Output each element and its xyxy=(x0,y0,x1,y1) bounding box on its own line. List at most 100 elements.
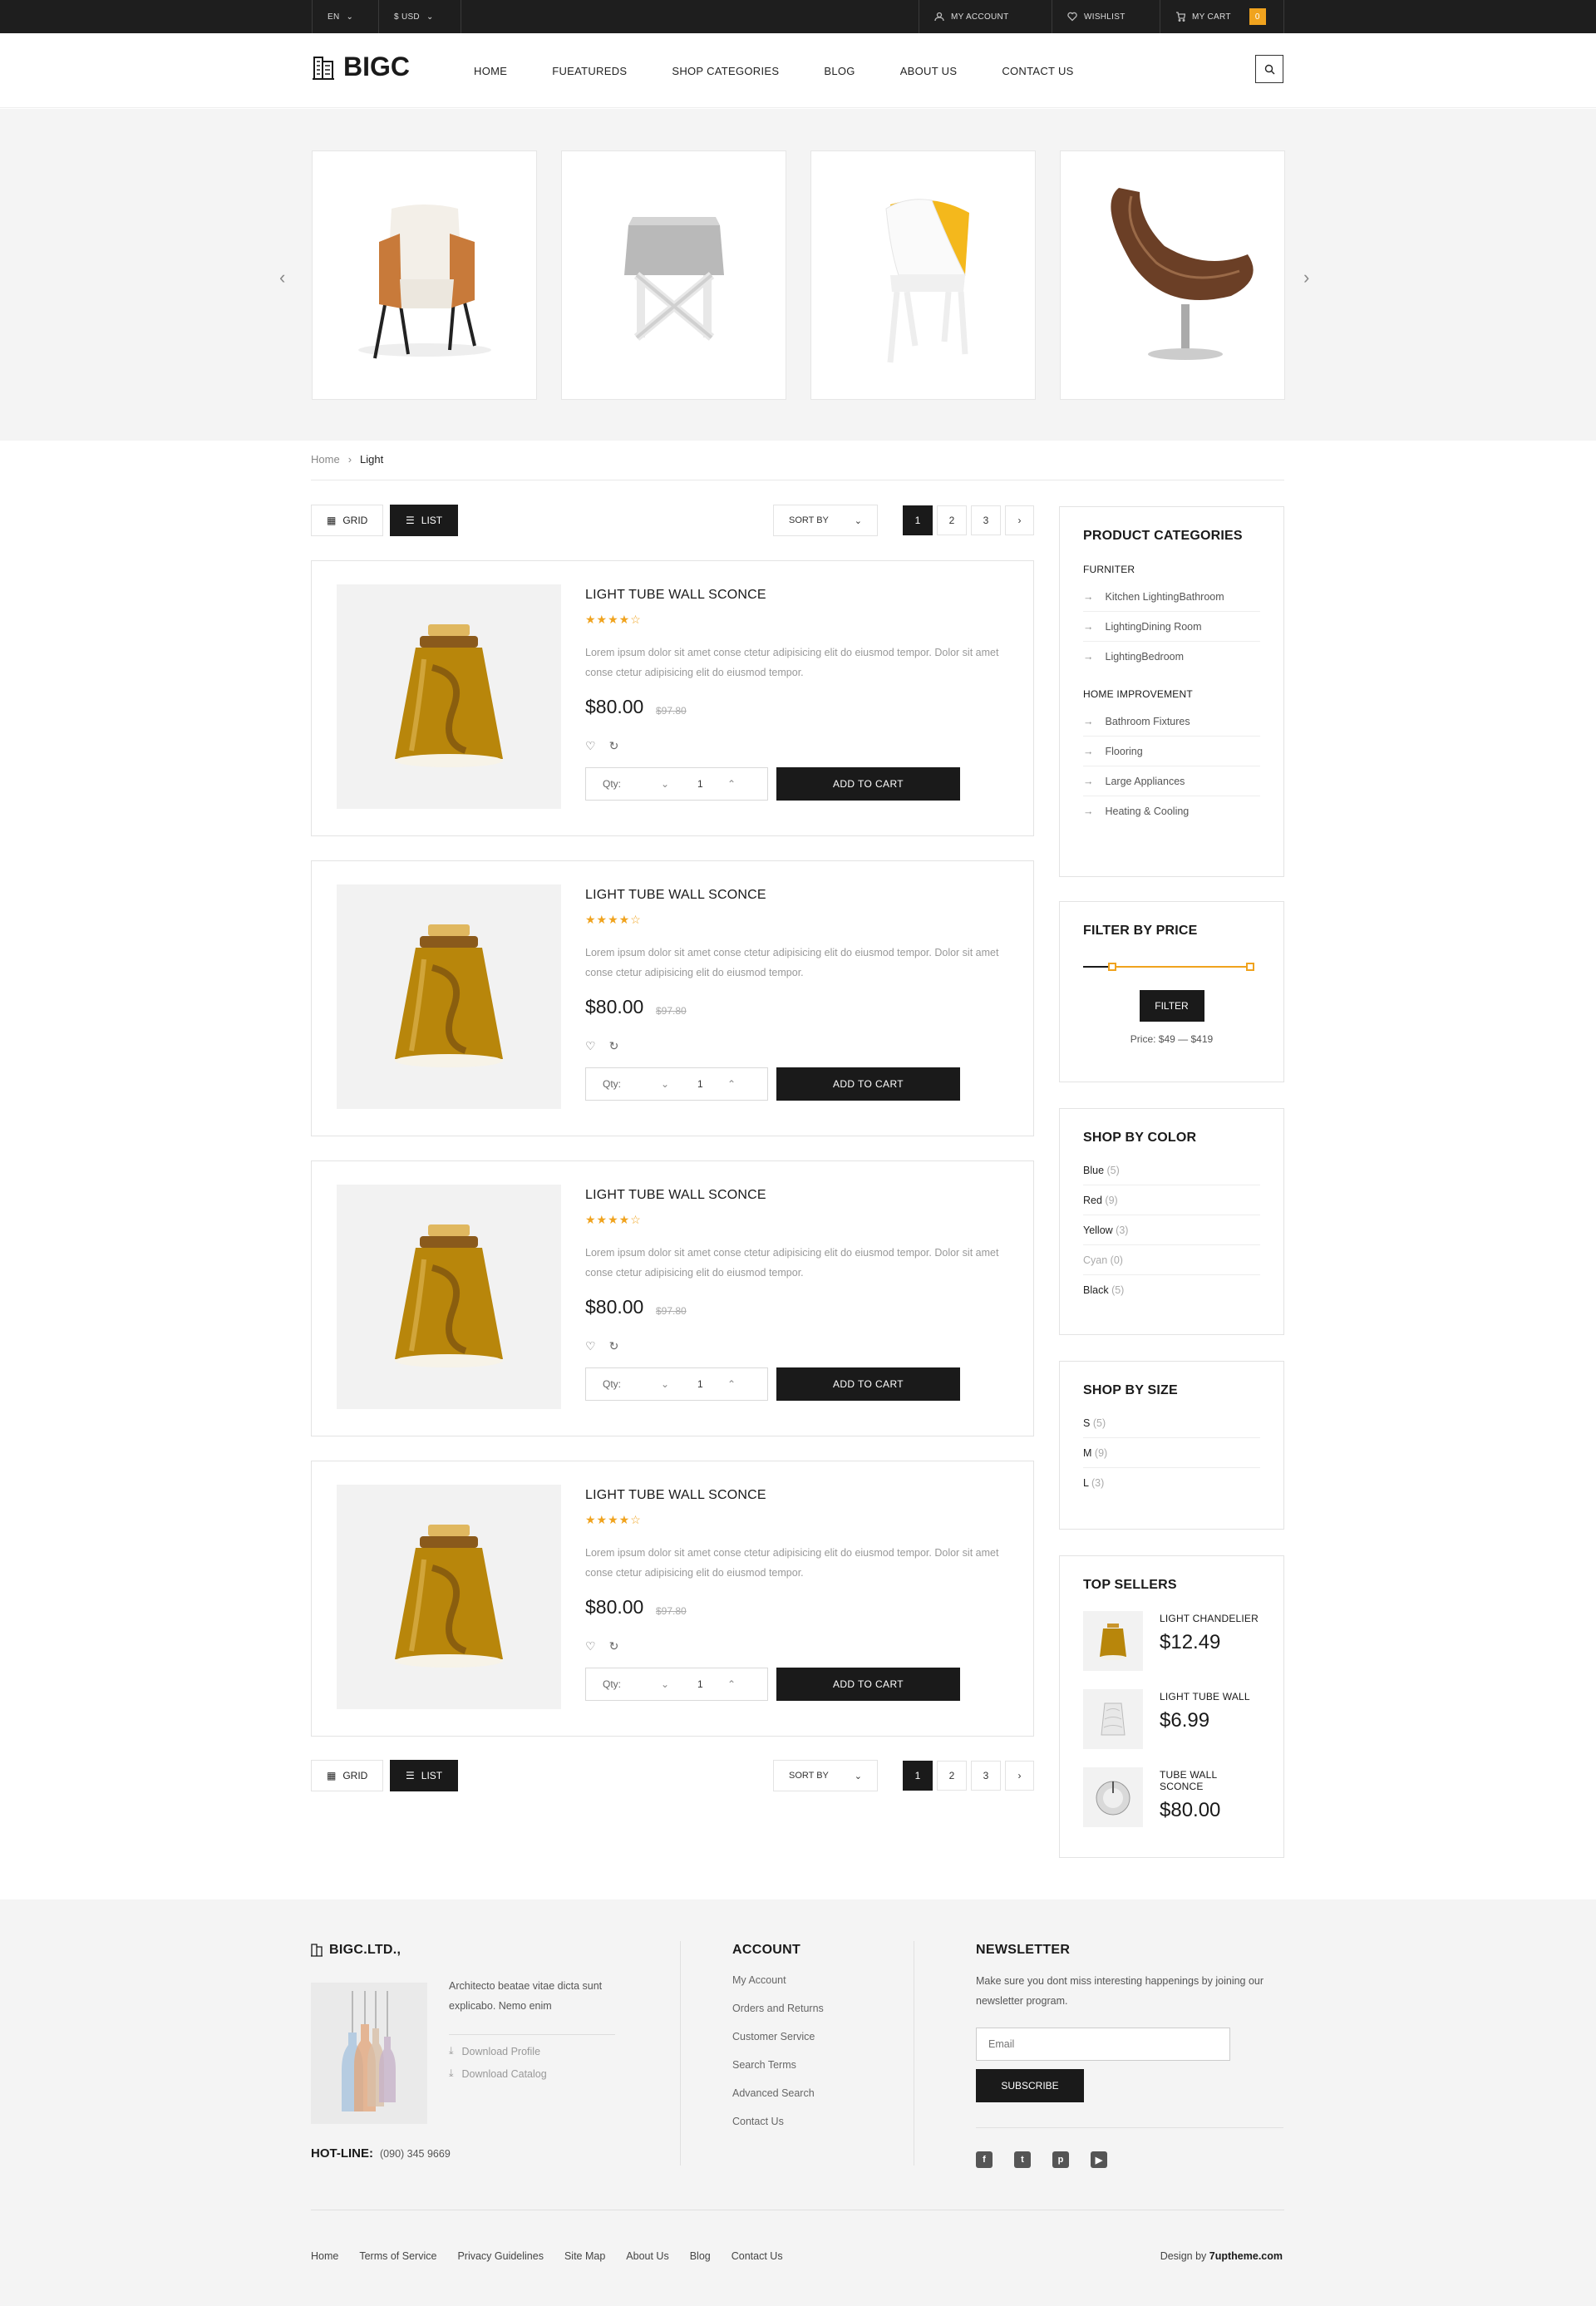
category-link[interactable]: → LightingBedroom xyxy=(1083,642,1260,672)
search-button[interactable] xyxy=(1255,55,1283,83)
design-brand-link[interactable]: 7uptheme.com xyxy=(1209,2250,1283,2262)
hotline-number[interactable]: (090) 345 9669 xyxy=(380,2148,451,2160)
pinterest-icon[interactable]: p xyxy=(1052,2151,1069,2168)
product-image[interactable] xyxy=(337,1185,561,1409)
my-cart-link[interactable]: MY CART 0 xyxy=(1160,0,1284,33)
download-profile-link[interactable]: ⤓ Download Profile xyxy=(449,2045,540,2057)
subscribe-button[interactable]: SUBSCRIBE xyxy=(976,2069,1084,2102)
size-filter-m[interactable]: M (9) xyxy=(1083,1438,1260,1468)
price-range-slider[interactable] xyxy=(1083,962,1254,972)
filter-button[interactable]: FILTER xyxy=(1139,990,1204,1022)
category-link[interactable]: → Large Appliances xyxy=(1083,766,1260,796)
add-to-cart-button[interactable]: ADD TO CART xyxy=(776,1367,960,1401)
category-link[interactable]: → Bathroom Fixtures xyxy=(1083,707,1260,737)
footer-link-contact-us[interactable]: Contact Us xyxy=(732,2116,824,2127)
bottom-link-privacy[interactable]: Privacy Guidelines xyxy=(457,2250,544,2262)
qty-value[interactable]: 1 xyxy=(697,1078,703,1090)
page-3-button[interactable]: 3 xyxy=(971,505,1001,535)
category-link[interactable]: → Kitchen LightingBathroom xyxy=(1083,582,1260,612)
wishlist-heart-icon[interactable]: ♡ xyxy=(585,739,596,753)
footer-link-advanced-search[interactable]: Advanced Search xyxy=(732,2087,824,2099)
product-image[interactable] xyxy=(337,584,561,809)
carousel-item-yellow-chair[interactable] xyxy=(810,150,1036,400)
size-filter-l[interactable]: L (3) xyxy=(1083,1468,1260,1498)
wishlist-heart-icon[interactable]: ♡ xyxy=(585,1339,596,1353)
color-filter-black[interactable]: Black (5) xyxy=(1083,1275,1260,1305)
top-seller-item[interactable]: LIGHT TUBE WALL $6.99 xyxy=(1083,1689,1260,1749)
qty-value[interactable]: 1 xyxy=(697,1678,703,1690)
compare-icon[interactable]: ↻ xyxy=(609,739,619,753)
next-page-button[interactable]: › xyxy=(1005,505,1034,535)
site-logo[interactable]: BIGC xyxy=(312,52,410,82)
bottom-link-about[interactable]: About Us xyxy=(626,2250,668,2262)
color-filter-yellow[interactable]: Yellow (3) xyxy=(1083,1215,1260,1245)
bottom-link-home[interactable]: Home xyxy=(311,2250,338,2262)
slider-max-handle[interactable] xyxy=(1246,963,1254,971)
nav-featureds[interactable]: FUEATUREDS xyxy=(552,65,627,77)
product-title[interactable]: LIGHT TUBE WALL SCONCE xyxy=(585,1488,766,1503)
language-select[interactable]: EN ⌄ xyxy=(312,0,378,33)
sort-by-select[interactable]: SORT BY ⌄ xyxy=(773,505,878,536)
increase-qty-icon[interactable]: ⌃ xyxy=(727,1078,736,1090)
color-filter-red[interactable]: Red (9) xyxy=(1083,1185,1260,1215)
carousel-prev-arrow[interactable]: ‹ xyxy=(279,267,285,288)
nav-contact-us[interactable]: CONTACT US xyxy=(1002,65,1073,77)
category-link[interactable]: → Flooring xyxy=(1083,737,1260,766)
footer-link-my-account[interactable]: My Account xyxy=(732,1974,824,1986)
carousel-item-stool[interactable] xyxy=(561,150,786,400)
compare-icon[interactable]: ↻ xyxy=(609,1339,619,1353)
increase-qty-icon[interactable]: ⌃ xyxy=(727,1378,736,1390)
list-view-button[interactable]: ☰ LIST xyxy=(390,505,459,536)
color-filter-cyan[interactable]: Cyan (0) xyxy=(1083,1245,1260,1275)
decrease-qty-icon[interactable]: ⌄ xyxy=(661,1078,669,1090)
grid-view-button[interactable]: ▦ GRID xyxy=(311,1760,384,1791)
top-seller-item[interactable]: LIGHT CHANDELIER $12.49 xyxy=(1083,1611,1260,1671)
increase-qty-icon[interactable]: ⌃ xyxy=(727,778,736,790)
product-image[interactable] xyxy=(337,884,561,1109)
page-1-button[interactable]: 1 xyxy=(903,505,933,535)
bottom-link-terms[interactable]: Terms of Service xyxy=(359,2250,436,2262)
my-account-link[interactable]: MY ACCOUNT xyxy=(919,0,1024,33)
product-title[interactable]: LIGHT TUBE WALL SCONCE xyxy=(585,888,766,903)
sort-by-select[interactable]: SORT BY ⌄ xyxy=(773,1760,878,1791)
product-title[interactable]: LIGHT TUBE WALL SCONCE xyxy=(585,588,766,603)
wishlist-link[interactable]: WISHLIST xyxy=(1052,0,1140,33)
grid-view-button[interactable]: ▦ GRID xyxy=(311,505,384,536)
bottom-link-contact[interactable]: Contact Us xyxy=(732,2250,783,2262)
wishlist-heart-icon[interactable]: ♡ xyxy=(585,1039,596,1053)
decrease-qty-icon[interactable]: ⌄ xyxy=(661,1678,669,1690)
facebook-icon[interactable]: f xyxy=(976,2151,993,2168)
footer-link-search-terms[interactable]: Search Terms xyxy=(732,2059,824,2071)
page-1-button[interactable]: 1 xyxy=(903,1761,933,1791)
wishlist-heart-icon[interactable]: ♡ xyxy=(585,1639,596,1653)
add-to-cart-button[interactable]: ADD TO CART xyxy=(776,1668,960,1701)
size-filter-s[interactable]: S (5) xyxy=(1083,1408,1260,1438)
color-filter-blue[interactable]: Blue (5) xyxy=(1083,1155,1260,1185)
footer-link-customer-service[interactable]: Customer Service xyxy=(732,2031,824,2042)
carousel-item-armchair[interactable] xyxy=(312,150,537,400)
add-to-cart-button[interactable]: ADD TO CART xyxy=(776,767,960,801)
list-view-button[interactable]: ☰ LIST xyxy=(390,1760,459,1791)
slider-min-handle[interactable] xyxy=(1108,963,1117,971)
page-3-button[interactable]: 3 xyxy=(971,1761,1001,1791)
breadcrumb-home[interactable]: Home xyxy=(311,453,340,466)
product-image[interactable] xyxy=(337,1485,561,1709)
add-to-cart-button[interactable]: ADD TO CART xyxy=(776,1067,960,1101)
nav-home[interactable]: HOME xyxy=(474,65,507,77)
next-page-button[interactable]: › xyxy=(1005,1761,1034,1791)
carousel-next-arrow[interactable]: › xyxy=(1303,267,1309,288)
category-link[interactable]: → Heating & Cooling xyxy=(1083,796,1260,826)
twitter-icon[interactable]: t xyxy=(1014,2151,1031,2168)
qty-value[interactable]: 1 xyxy=(697,778,703,790)
nav-about-us[interactable]: ABOUT US xyxy=(900,65,958,77)
qty-value[interactable]: 1 xyxy=(697,1378,703,1390)
youtube-icon[interactable]: ▶ xyxy=(1091,2151,1107,2168)
nav-shop-categories[interactable]: SHOP CATEGORIES xyxy=(672,65,779,77)
currency-select[interactable]: $ USD ⌄ xyxy=(378,0,461,33)
page-2-button[interactable]: 2 xyxy=(937,505,967,535)
bottom-link-sitemap[interactable]: Site Map xyxy=(564,2250,605,2262)
product-title[interactable]: LIGHT TUBE WALL SCONCE xyxy=(585,1188,766,1203)
carousel-item-lounge-chair[interactable] xyxy=(1060,150,1285,400)
category-link[interactable]: → LightingDining Room xyxy=(1083,612,1260,642)
increase-qty-icon[interactable]: ⌃ xyxy=(727,1678,736,1690)
